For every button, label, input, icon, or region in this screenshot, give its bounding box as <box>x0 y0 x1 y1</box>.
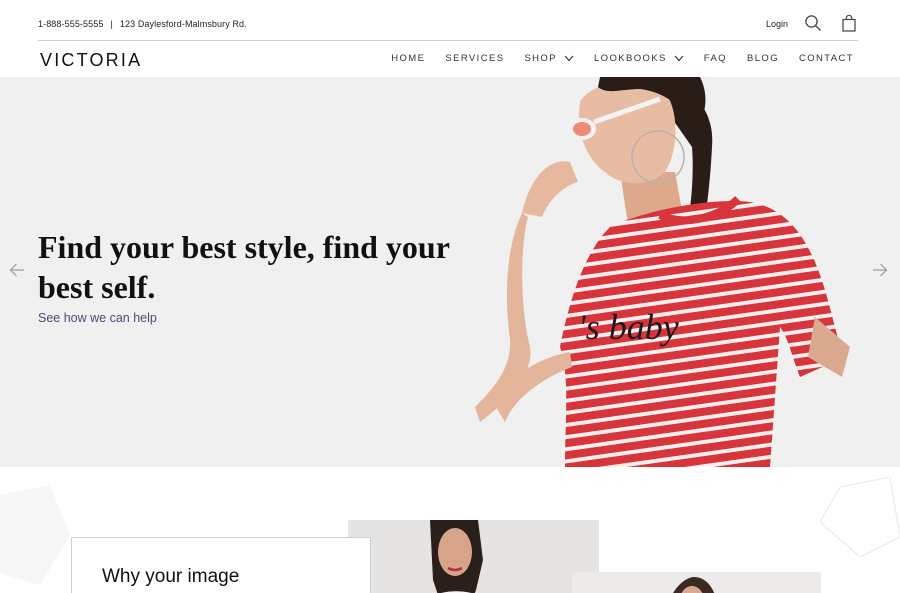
nav-item-shop[interactable]: SHOP <box>524 53 574 64</box>
main-nav: HOME SERVICES SHOP LOOKBOOKS FAQ BLOG CO… <box>391 53 854 64</box>
address: 123 Daylesford-Malmsbury Rd. <box>119 19 247 29</box>
intro-section: Why your image <box>0 467 900 593</box>
nav-label: HOME <box>391 53 426 64</box>
nav-label: CONTACT <box>798 53 854 64</box>
nav-item-services[interactable]: SERVICES <box>445 53 504 64</box>
chevron-down-icon <box>564 55 574 62</box>
decorative-shape <box>820 477 900 557</box>
nav-item-home[interactable]: HOME <box>391 53 425 64</box>
account-tools: Login <box>766 14 858 32</box>
svg-text:'s baby: 's baby <box>578 307 679 347</box>
feature-image-model <box>348 520 599 593</box>
arrow-right-icon[interactable] <box>872 263 888 277</box>
nav-label: BLOG <box>746 53 779 64</box>
nav-item-faq[interactable]: FAQ <box>704 53 727 64</box>
hero-title: Find your best style, find your best sel… <box>38 229 450 305</box>
intro-card: Why your image <box>71 537 371 593</box>
nav-item-contact[interactable]: CONTACT <box>799 53 854 64</box>
nav-label: SHOP <box>524 53 557 64</box>
nav-label: SERVICES <box>445 53 505 64</box>
intro-card-title: Why your image <box>102 566 240 587</box>
header-nav-row: VICTORIA HOME SERVICES SHOP LOOKBOOKS FA… <box>38 41 854 77</box>
hero-model-image: 's baby <box>470 77 870 467</box>
shopping-bag-icon[interactable] <box>840 14 858 32</box>
hero-cta-link[interactable]: See how we can help <box>38 311 157 325</box>
decorative-shape <box>0 485 70 585</box>
phone-number[interactable]: 1-888-555-5555 <box>38 19 103 29</box>
arrow-left-icon[interactable] <box>9 263 25 277</box>
nav-item-lookbooks[interactable]: LOOKBOOKS <box>594 53 684 64</box>
contact-separator: | <box>110 19 113 29</box>
nav-label: LOOKBOOKS <box>593 53 667 64</box>
contact-info: 1-888-555-5555 | 123 Daylesford-Malmsbury … <box>38 19 247 29</box>
login-link[interactable]: Login <box>766 19 788 29</box>
nav-item-blog[interactable]: BLOG <box>747 53 779 64</box>
site-logo[interactable]: VICTORIA <box>40 50 142 71</box>
nav-label: FAQ <box>703 53 727 64</box>
hero-slider: 's baby Find your best style, find your … <box>0 77 900 467</box>
feature-image-secondary <box>572 572 821 593</box>
search-icon[interactable] <box>804 14 822 32</box>
top-bar: 1-888-555-5555 | 123 Daylesford-Malmsbury … <box>38 0 858 41</box>
chevron-down-icon <box>674 55 684 62</box>
